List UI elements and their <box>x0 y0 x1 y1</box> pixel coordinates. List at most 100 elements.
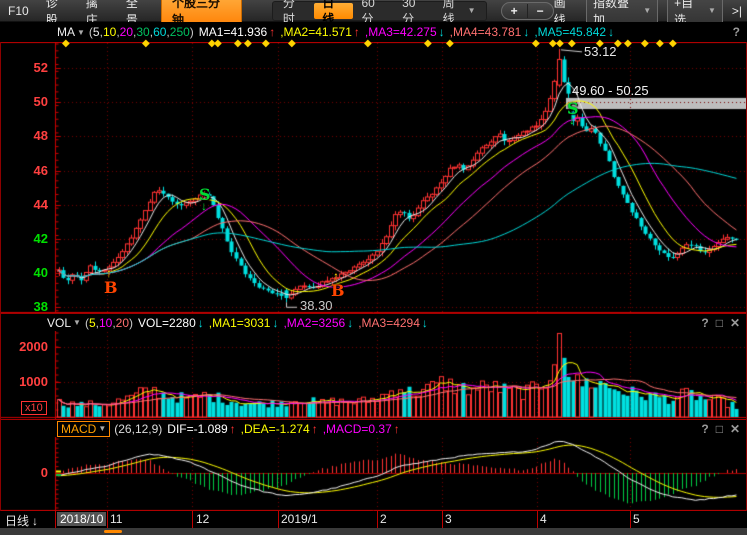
trend-arrow-icon: ↓ <box>272 316 278 330</box>
pane-controls: ? □ ✕ <box>701 422 747 436</box>
indicator-value: ,MA4=43.781 <box>450 25 522 39</box>
chevron-down-icon: ▼ <box>468 3 476 19</box>
signal-diamond-icon: ◆ <box>669 39 677 49</box>
price-axis-label: 44 <box>0 197 48 212</box>
date-label: 4 <box>540 512 547 526</box>
buy-marker: B <box>104 278 118 297</box>
chevron-down-icon: ▼ <box>708 6 716 15</box>
buy-marker: B <box>331 281 345 300</box>
date-label: 11 <box>110 512 122 526</box>
indicator-param: 20 <box>116 316 129 330</box>
arrow-down-icon: ↓ <box>32 514 38 528</box>
indicator-param: 10 <box>99 316 112 330</box>
period-tab-2[interactable]: 60分 <box>353 3 394 19</box>
indicator-param: ) <box>190 25 194 39</box>
chevron-down-icon: ▼ <box>98 424 106 433</box>
main-indicator-bar: MA▼(5,10,20,30,60,250)MA1=41.936↑,MA2=41… <box>0 22 747 42</box>
axis-separator <box>107 511 108 528</box>
period-selector-label: 日线 <box>5 512 29 529</box>
macd-indicator-bar: MACD▼(26,12,9)DIF=-1.089↑,DEA=-1.274↑,MA… <box>0 419 747 437</box>
period-tab-4[interactable]: 周线▼ <box>435 3 484 19</box>
axis-separator <box>630 511 631 528</box>
scrollbar-handle[interactable] <box>104 530 122 533</box>
period-selector[interactable]: 日线 ↓ <box>5 512 38 529</box>
signal-diamond-icon: ◆ <box>364 39 372 49</box>
close-icon[interactable]: ✕ <box>730 422 740 436</box>
signal-diamond-icon: ◆ <box>596 39 604 49</box>
help-icon[interactable]: ? <box>701 316 708 330</box>
indicator-name[interactable]: MACD▼ <box>57 421 110 437</box>
axis-separator <box>55 511 56 528</box>
signal-diamond-icon: ◆ <box>446 39 454 49</box>
indicator-name[interactable]: MA▼ <box>57 25 85 39</box>
volume-indicator-bar: VOL▼(5,10,20)VOL=2280↓,MA1=3031↓,MA2=325… <box>0 313 747 331</box>
indicator-value: VOL=2280 <box>138 316 196 330</box>
maximize-icon[interactable]: □ <box>716 422 723 436</box>
signal-diamond-icon: ◆ <box>568 39 576 49</box>
marker-arrow-icon: ↓ <box>569 113 575 127</box>
trend-arrow-icon: ↓ <box>523 25 529 39</box>
trend-arrow-icon: ↓ <box>608 25 614 39</box>
signal-diamond-icon: ◆ <box>614 39 622 49</box>
trend-arrow-icon: ↓ <box>422 316 428 330</box>
indicator-value: ,MA1=3031 <box>209 316 271 330</box>
trend-arrow-icon: ↑ <box>230 422 236 436</box>
price-axis-label: 52 <box>0 60 48 75</box>
indicator-value: ,MA2=3256 <box>283 316 345 330</box>
indicator-param: 5 <box>93 25 100 39</box>
period-tab-1[interactable]: 日线 <box>314 3 353 19</box>
indicator-param: 10 <box>103 25 116 39</box>
signal-diamond-icon: ◆ <box>288 39 296 49</box>
trend-arrow-icon: ↑ <box>394 422 400 436</box>
pane-controls: ? <box>733 25 747 39</box>
period-low-label: 38.30 <box>300 298 333 313</box>
volume-chart-canvas[interactable] <box>0 331 747 419</box>
axis-separator <box>442 511 443 528</box>
help-icon[interactable]: ? <box>733 25 740 39</box>
date-label: 12 <box>196 512 209 526</box>
signal-diamond-icon: ◆ <box>424 39 432 49</box>
chart-frame-left <box>0 42 1 528</box>
period-tab-0[interactable]: 分时 <box>275 3 314 19</box>
chevron-down-icon: ▼ <box>73 318 81 327</box>
trend-arrow-icon: ↑ <box>312 422 318 436</box>
indicator-param: 60 <box>153 25 166 39</box>
signal-diamond-icon: ◆ <box>532 39 540 49</box>
indicator-param: 20 <box>120 25 133 39</box>
signal-diamond-icon: ◆ <box>624 39 632 49</box>
indicator-name-label: MA <box>57 25 75 39</box>
signal-diamond-icon: ◆ <box>556 39 564 49</box>
zoom-controls: + − <box>501 2 554 20</box>
indicator-value: ,MA5=45.842 <box>534 25 606 39</box>
marker-arrow-icon: ↑ <box>106 266 112 280</box>
indicator-name[interactable]: VOL▼ <box>47 316 81 330</box>
macd-zero-label: 0 <box>0 465 48 480</box>
axis-separator <box>537 511 538 528</box>
collapse-panel-icon[interactable]: >| <box>732 4 742 18</box>
macd-chart-canvas[interactable] <box>0 437 747 511</box>
price-axis-label: 48 <box>0 128 48 143</box>
close-icon[interactable]: ✕ <box>730 316 740 330</box>
price-axis-label: 40 <box>0 265 48 280</box>
indicator-name-label: MACD <box>61 422 96 436</box>
signal-diamond-icon: ◆ <box>62 39 70 49</box>
price-axis-label: 42 <box>0 231 48 246</box>
date-label: 2019/1 <box>281 512 318 526</box>
time-axis: 日线 ↓ 2018/1011122019/12345 <box>0 511 747 528</box>
indicator-value: DIF=-1.089 <box>167 422 227 436</box>
volume-axis-label: 2000 <box>0 339 48 354</box>
period-tab-3[interactable]: 30分 <box>394 3 435 19</box>
signal-diamond-icon: ◆ <box>641 39 649 49</box>
indicator-value: ,MA2=41.571 <box>280 25 352 39</box>
zoom-in-button[interactable]: + <box>502 4 528 18</box>
indicator-param: (26,12,9) <box>114 422 162 436</box>
maximize-icon[interactable]: □ <box>716 316 723 330</box>
date-label: 2018/10 <box>57 512 106 526</box>
zoom-out-button[interactable]: − <box>528 4 553 18</box>
trend-arrow-icon: ↓ <box>347 316 353 330</box>
help-icon[interactable]: ? <box>701 422 708 436</box>
pane-controls: ? □ ✕ <box>701 316 747 330</box>
menu-item-0[interactable]: F10 <box>8 4 29 18</box>
signal-diamond-icon: ◆ <box>142 39 150 49</box>
trend-arrow-icon: ↑ <box>354 25 360 39</box>
